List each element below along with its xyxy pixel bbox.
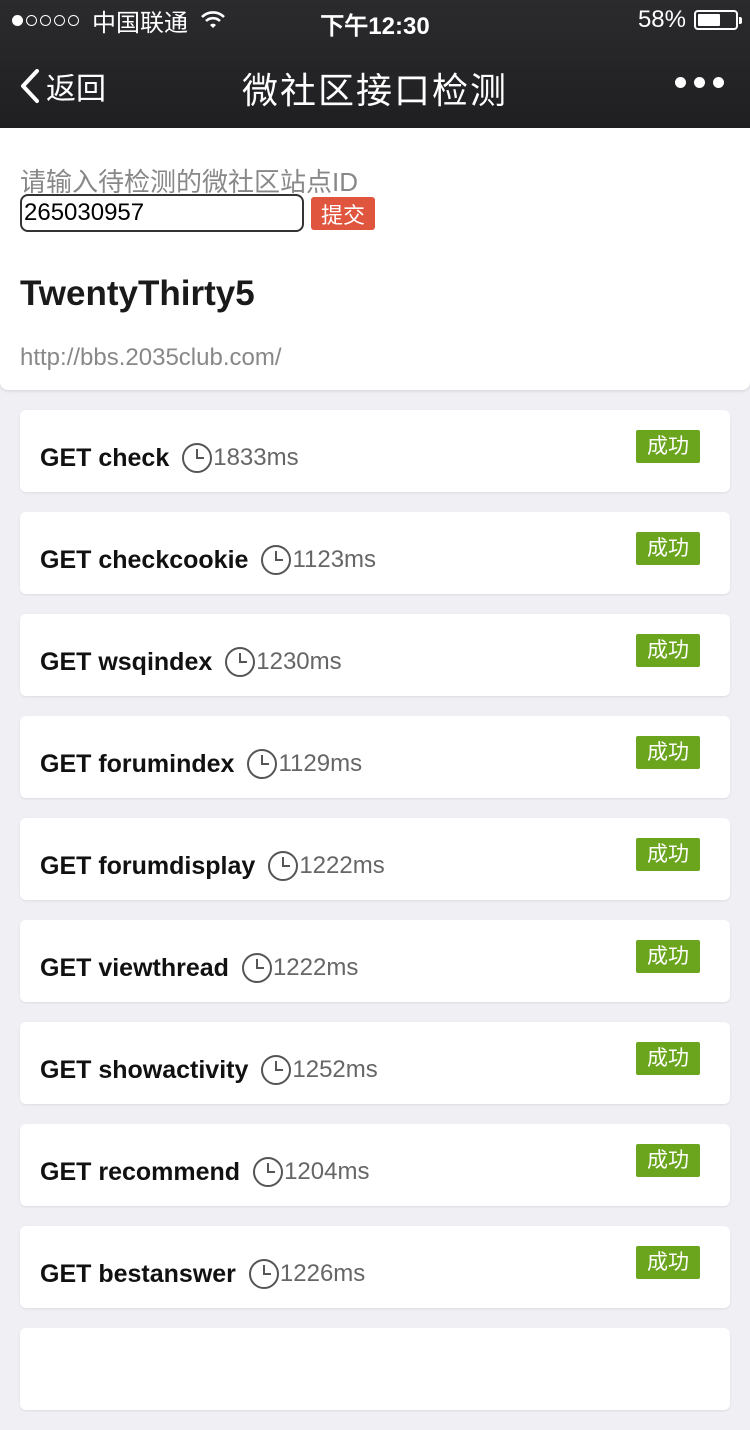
response-time: 1123ms [292,546,377,573]
api-method: GET forumindex [40,749,235,778]
success-badge: 成功 [636,634,700,667]
clock-icon [241,953,272,983]
response-time: 1226ms [279,1260,366,1287]
api-method: GET bestanswer [40,1259,236,1288]
result-list: GET check 1833ms 成功 GET checkcookie 1123… [20,410,730,1430]
site-url: http://bbs.2035club.com/ [20,344,282,371]
success-badge: 成功 [636,430,700,463]
response-time: 1230ms [256,648,342,675]
status-bar: 中国联通 下午12:30 58% [0,0,750,40]
clock-icon [225,647,256,677]
result-label: GET forumdisplay 1222ms [40,850,385,882]
navigation-bar: 返回 微社区接口检测 [0,40,750,128]
response-time: 1252ms [292,1056,378,1083]
response-time: 1222ms [299,852,385,879]
clock-icon [261,1055,292,1085]
submit-button[interactable]: 提交 [311,197,375,230]
success-badge: 成功 [636,1144,700,1177]
result-card: GET check 1833ms 成功 [20,410,730,492]
clock-icon [268,851,299,881]
api-method: GET forumdisplay [40,851,256,880]
api-method: GET viewthread [40,953,229,982]
response-time: 1129ms [278,750,363,777]
clock-icon [253,1157,284,1187]
result-card: GET recommend 1204ms 成功 [20,1124,730,1206]
top-bar: 中国联通 下午12:30 58% 返回 微社区接口检测 [0,0,750,128]
clock-icon [261,545,292,575]
result-label: GET recommend 1204ms [40,1156,369,1188]
site-id-input[interactable] [20,194,304,232]
success-badge: 成功 [636,940,700,973]
api-method: GET checkcookie [40,545,249,574]
clock-icon [247,749,278,779]
result-label: GET showactivity 1252ms [40,1054,378,1086]
response-time: 1222ms [272,954,359,981]
api-method: GET showactivity [40,1055,249,1084]
battery-percent: 58% [637,6,686,33]
site-name: TwentyThirty5 [20,274,255,313]
result-card: GET forumindex 1129ms 成功 [20,716,730,798]
result-card: GET showactivity 1252ms 成功 [20,1022,730,1104]
response-time: 1833ms [213,444,299,471]
result-label: GET forumindex 1129ms [40,748,362,780]
more-menu-button[interactable] [667,77,724,88]
clock-icon [182,443,213,473]
result-label: GET bestanswer 1226ms [40,1258,365,1290]
success-badge: 成功 [636,1042,700,1075]
api-method: GET recommend [40,1157,241,1186]
result-card-partial [20,1328,730,1410]
success-badge: 成功 [636,736,700,769]
more-dot-icon [675,77,686,88]
api-method: GET wsqindex [40,647,213,676]
result-card: GET forumdisplay 1222ms 成功 [20,818,730,900]
result-card: GET checkcookie 1123ms 成功 [20,512,730,594]
more-dot-icon [713,77,724,88]
result-label: GET check 1833ms [40,442,299,474]
response-time: 1204ms [284,1158,370,1185]
site-panel: 请输入待检测的微社区站点ID 提交 TwentyThirty5 http://b… [0,128,750,390]
success-badge: 成功 [636,532,700,565]
success-badge: 成功 [636,838,700,871]
api-method: GET check [40,443,170,472]
result-card: GET viewthread 1222ms 成功 [20,920,730,1002]
result-label: GET viewthread 1222ms [40,952,358,984]
result-card: GET wsqindex 1230ms 成功 [20,614,730,696]
result-label: GET checkcookie 1123ms [40,544,376,576]
result-label: GET wsqindex 1230ms [40,646,342,678]
page-title: 微社区接口检测 [241,70,508,111]
result-card: GET bestanswer 1226ms 成功 [20,1226,730,1308]
more-dot-icon [694,77,705,88]
success-badge: 成功 [636,1246,700,1279]
clock-icon [248,1259,279,1289]
battery-icon [694,10,742,30]
status-right: 58% [637,6,742,34]
